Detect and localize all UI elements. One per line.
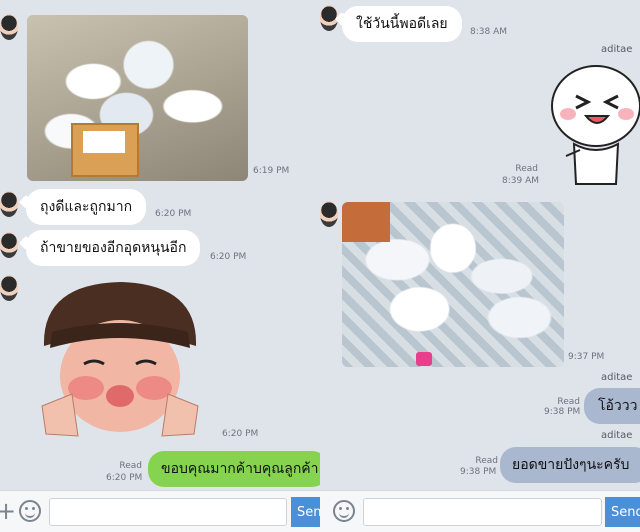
timestamp: 6:20 PM	[210, 252, 247, 262]
input-bar: + Send	[0, 490, 320, 532]
photo-message[interactable]	[27, 15, 248, 181]
avatar[interactable]	[0, 191, 18, 217]
message-bubble[interactable]: ใช้วันนี้พอดีเลย	[342, 6, 462, 42]
message-input[interactable]	[49, 498, 287, 526]
sticker-laughing[interactable]	[546, 60, 640, 190]
avatar[interactable]	[0, 14, 18, 40]
sender-name: aditae	[601, 430, 633, 441]
sender-name: aditae	[601, 44, 633, 55]
timestamp: 9:38 PM	[460, 467, 497, 477]
avatar[interactable]	[320, 201, 338, 227]
emoji-icon[interactable]	[333, 500, 355, 522]
timestamp: 6:20 PM	[106, 473, 143, 483]
chat-pane-right: ใช้วันนี้พอดีเลย 8:38 AM aditae Read 8:3…	[320, 0, 640, 532]
sticker-face[interactable]	[32, 276, 208, 440]
message-bubble[interactable]: ถุงดีและถูกมาก	[26, 189, 147, 225]
timestamp: 6:19 PM	[253, 166, 290, 176]
timestamp: 6:20 PM	[155, 209, 192, 219]
avatar[interactable]	[0, 232, 18, 258]
plus-icon[interactable]: +	[0, 499, 16, 523]
timestamp: 9:38 PM	[544, 407, 581, 417]
background-object	[416, 352, 432, 366]
read-receipt: Read	[475, 456, 498, 466]
message-bubble-outgoing[interactable]: โอ้ววว	[584, 388, 640, 424]
parcel-box	[71, 123, 139, 177]
timestamp: 9:37 PM	[568, 352, 605, 362]
send-button[interactable]: Send	[605, 497, 640, 527]
chat-pane-left: 6:19 PM ถุงดีและถูกมาก 6:20 PM ถ้าขายของ…	[0, 0, 320, 532]
message-bubble-outgoing[interactable]: ขอบคุณมากค้าบคุณลูกค้า	[148, 451, 320, 487]
message-bubble[interactable]: ถ้าขายของอีกอุดหนุนอีก	[26, 230, 201, 266]
timestamp: 8:38 AM	[470, 27, 507, 37]
message-input[interactable]	[363, 498, 602, 526]
background-object	[342, 202, 390, 242]
send-button[interactable]: Send	[291, 497, 320, 527]
sender-name: aditae	[601, 372, 633, 383]
message-list[interactable]: ใช้วันนี้พอดีเลย 8:38 AM aditae Read 8:3…	[320, 0, 640, 490]
avatar[interactable]	[0, 275, 18, 301]
read-receipt: Read	[119, 461, 142, 471]
message-list[interactable]: 6:19 PM ถุงดีและถูกมาก 6:20 PM ถ้าขายของ…	[0, 0, 320, 490]
emoji-icon[interactable]	[19, 500, 41, 522]
timestamp: 6:20 PM	[222, 429, 259, 439]
message-bubble-outgoing[interactable]: ยอดขายปังๆนะครับ	[500, 447, 640, 483]
input-bar: Send	[320, 490, 640, 532]
timestamp: 8:39 AM	[502, 176, 539, 186]
photo-message[interactable]	[342, 202, 564, 367]
shipping-label	[83, 131, 125, 153]
read-receipt: Read	[515, 164, 538, 174]
